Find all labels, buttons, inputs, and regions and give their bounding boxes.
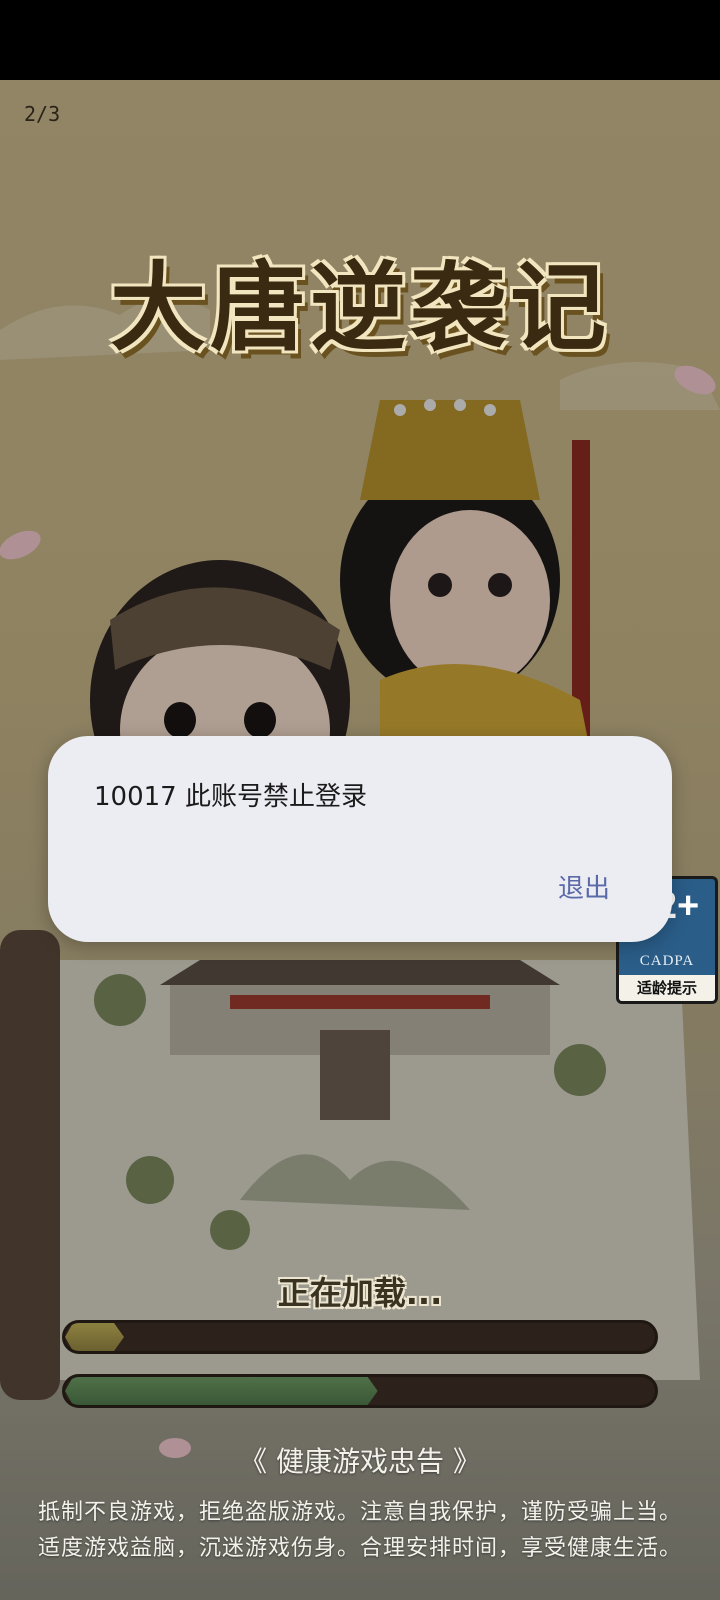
progress-fill-primary — [65, 1323, 124, 1351]
status-bar — [0, 0, 720, 80]
exit-button[interactable]: 退出 — [552, 864, 616, 909]
progress-bar-secondary — [62, 1374, 658, 1408]
login-error-dialog: 10017 此账号禁止登录 退出 — [48, 736, 672, 942]
age-rating-tip: 适龄提示 — [619, 975, 715, 1001]
health-notice-title: 《 健康游戏忠告 》 — [239, 1445, 481, 1478]
progress-bar-primary — [62, 1320, 658, 1354]
progress-fill-secondary — [65, 1377, 378, 1405]
health-notice-line: 抵制不良游戏，拒绝盗版游戏。注意自我保护，谨防受骗上当。 — [37, 1500, 682, 1525]
page-counter: 2/3 — [24, 102, 61, 126]
loading-text: 正在加载... — [277, 1274, 443, 1312]
dialog-message: 10017 此账号禁止登录 — [94, 782, 367, 812]
health-notice-line: 适度游戏益脑，沉迷游戏伤身。合理安排时间，享受健康生活。 — [37, 1536, 682, 1561]
age-rating-org: CADPA — [639, 953, 695, 969]
game-title-logo: 大唐逆袭记 — [110, 251, 610, 364]
